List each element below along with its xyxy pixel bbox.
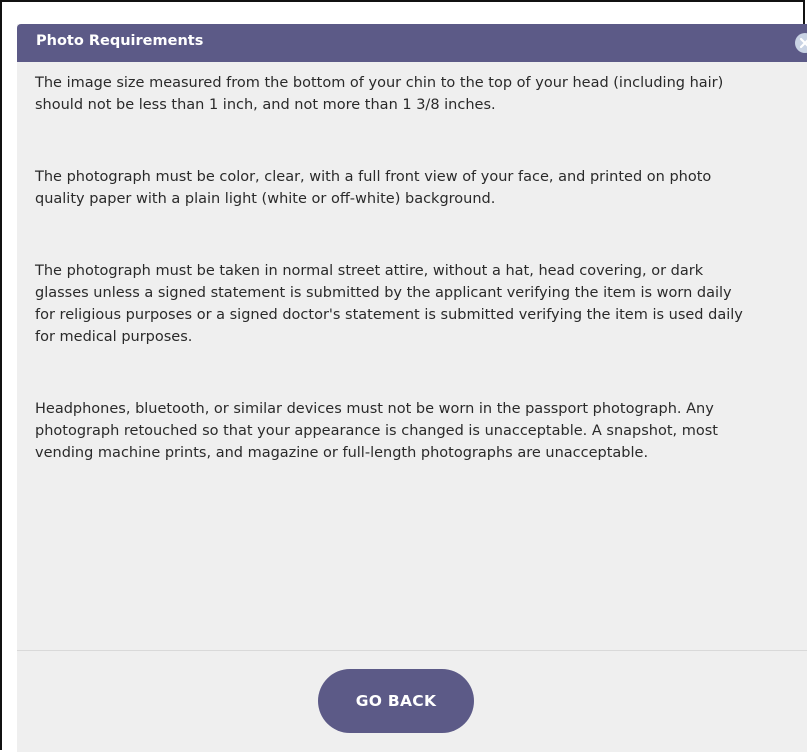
window-frame: Photo Requirements The image size measur… — [0, 0, 807, 752]
photo-requirements-dialog: Photo Requirements The image size measur… — [17, 24, 807, 752]
dialog-content: The image size measured from the bottom … — [35, 72, 755, 514]
dialog-title: Photo Requirements — [36, 33, 204, 49]
close-icon — [799, 37, 807, 49]
requirement-paragraph: The photograph must be color, clear, wit… — [35, 169, 712, 207]
requirement-paragraph: Headphones, bluetooth, or similar device… — [35, 401, 718, 461]
dialog-header: Photo Requirements — [17, 24, 807, 62]
go-back-button[interactable]: GO BACK — [318, 669, 474, 733]
requirement-paragraph: The photograph must be taken in normal s… — [35, 263, 743, 345]
requirement-paragraph: The image size measured from the bottom … — [35, 75, 724, 113]
footer-divider — [17, 650, 807, 651]
close-button[interactable] — [795, 33, 807, 53]
